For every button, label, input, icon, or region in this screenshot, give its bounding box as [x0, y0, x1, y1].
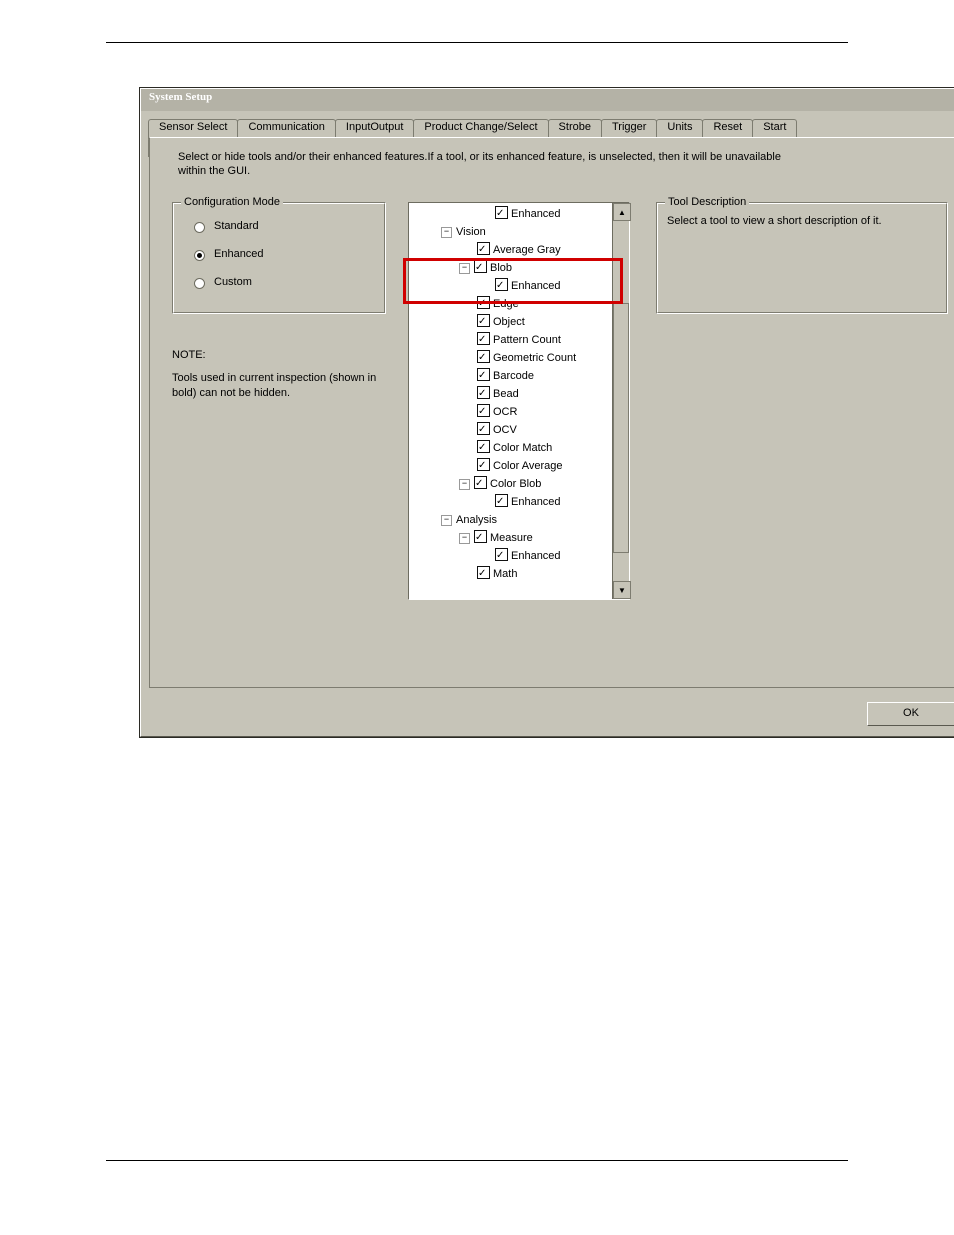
- tab-strobe[interactable]: Strobe: [548, 119, 602, 139]
- checkbox-icon[interactable]: [474, 260, 487, 273]
- collapse-icon[interactable]: −: [459, 533, 470, 544]
- tree-color-blob-enhanced[interactable]: Enhanced: [411, 493, 611, 511]
- tree-ocr[interactable]: OCR: [411, 403, 611, 421]
- tab-units[interactable]: Units: [656, 119, 703, 139]
- window-title: System Setup: [141, 89, 954, 111]
- ok-button[interactable]: OK: [867, 702, 954, 726]
- radio-custom-input[interactable]: [194, 278, 205, 289]
- tree-blob-enhanced[interactable]: Enhanced: [411, 277, 611, 295]
- collapse-icon[interactable]: −: [441, 515, 452, 526]
- tree-math[interactable]: Math: [411, 565, 611, 583]
- help-text: Select or hide tools and/or their enhanc…: [178, 150, 810, 178]
- tree-analysis[interactable]: −Analysis: [411, 511, 611, 529]
- tree-average-gray[interactable]: Average Gray: [411, 241, 611, 259]
- tab-client-area: Select or hide tools and/or their enhanc…: [149, 137, 954, 688]
- tree-ocv[interactable]: OCV: [411, 421, 611, 439]
- radio-custom[interactable]: Custom: [189, 275, 252, 289]
- checkbox-icon[interactable]: [474, 476, 487, 489]
- collapse-icon[interactable]: −: [459, 479, 470, 490]
- tab-sensor-select[interactable]: Sensor Select: [148, 119, 238, 139]
- tool-description-legend: Tool Description: [665, 196, 749, 208]
- tree-bead[interactable]: Bead: [411, 385, 611, 403]
- radio-standard-label: Standard: [214, 220, 259, 232]
- checkbox-icon[interactable]: [477, 404, 490, 417]
- tab-inputoutput[interactable]: InputOutput: [335, 119, 415, 139]
- page-rule-bottom: [106, 1160, 848, 1161]
- radio-custom-label: Custom: [214, 276, 252, 288]
- checkbox-icon[interactable]: [474, 530, 487, 543]
- checkbox-icon[interactable]: [477, 422, 490, 435]
- radio-standard[interactable]: Standard: [189, 219, 259, 233]
- tools-tree[interactable]: ▲ ▼ Enhanced −Vision Average Gray −Blob …: [408, 202, 630, 600]
- tree-color-average[interactable]: Color Average: [411, 457, 611, 475]
- checkbox-icon[interactable]: [477, 386, 490, 399]
- checkbox-icon[interactable]: [495, 278, 508, 291]
- tree-blob[interactable]: −Blob: [411, 259, 611, 277]
- checkbox-icon[interactable]: [477, 440, 490, 453]
- tree-enhanced-top[interactable]: Enhanced: [411, 205, 611, 223]
- checkbox-icon[interactable]: [477, 314, 490, 327]
- radio-enhanced[interactable]: Enhanced: [189, 247, 264, 261]
- configuration-mode-group: Configuration Mode Standard Enhanced Cus…: [172, 202, 386, 314]
- tree-edge[interactable]: Edge: [411, 295, 611, 313]
- tree-body: Enhanced −Vision Average Gray −Blob Enha…: [411, 205, 611, 597]
- tree-color-blob[interactable]: −Color Blob: [411, 475, 611, 493]
- collapse-icon[interactable]: −: [459, 263, 470, 274]
- checkbox-icon[interactable]: [477, 458, 490, 471]
- checkbox-icon[interactable]: [477, 350, 490, 363]
- scroll-up-icon[interactable]: ▲: [613, 203, 631, 221]
- tree-measure-enhanced[interactable]: Enhanced: [411, 547, 611, 565]
- configuration-mode-legend: Configuration Mode: [181, 196, 283, 208]
- tree-scrollbar[interactable]: ▲ ▼: [612, 203, 629, 599]
- tree-pattern-count[interactable]: Pattern Count: [411, 331, 611, 349]
- radio-enhanced-input[interactable]: [194, 250, 205, 261]
- note-block: NOTE: Tools used in current inspection (…: [172, 348, 400, 401]
- tab-communication[interactable]: Communication: [237, 119, 335, 139]
- checkbox-icon[interactable]: [477, 242, 490, 255]
- scroll-down-icon[interactable]: ▼: [613, 581, 631, 599]
- radio-standard-input[interactable]: [194, 222, 205, 233]
- checkbox-icon[interactable]: [495, 206, 508, 219]
- tab-reset[interactable]: Reset: [702, 119, 753, 139]
- checkbox-icon[interactable]: [477, 332, 490, 345]
- checkbox-icon[interactable]: [495, 548, 508, 561]
- tree-geometric-count[interactable]: Geometric Count: [411, 349, 611, 367]
- note-heading: NOTE:: [172, 348, 400, 363]
- tab-start[interactable]: Start: [752, 119, 797, 139]
- tool-description-group: Tool Description Select a tool to view a…: [656, 202, 948, 314]
- page-rule-top: [106, 42, 848, 43]
- tree-color-match[interactable]: Color Match: [411, 439, 611, 457]
- note-body: Tools used in current inspection (shown …: [172, 371, 400, 401]
- collapse-icon[interactable]: −: [441, 227, 452, 238]
- tool-description-body: Select a tool to view a short descriptio…: [667, 215, 937, 227]
- checkbox-icon[interactable]: [477, 566, 490, 579]
- scroll-thumb[interactable]: [613, 303, 629, 553]
- checkbox-icon[interactable]: [477, 296, 490, 309]
- tree-vision[interactable]: −Vision: [411, 223, 611, 241]
- tree-measure[interactable]: −Measure: [411, 529, 611, 547]
- tab-trigger[interactable]: Trigger: [601, 119, 657, 139]
- tree-barcode[interactable]: Barcode: [411, 367, 611, 385]
- checkbox-icon[interactable]: [495, 494, 508, 507]
- radio-enhanced-label: Enhanced: [214, 248, 264, 260]
- tab-product-change-select[interactable]: Product Change/Select: [413, 119, 548, 139]
- tree-object[interactable]: Object: [411, 313, 611, 331]
- checkbox-icon[interactable]: [477, 368, 490, 381]
- system-setup-window: System Setup Sensor Select Communication…: [140, 88, 954, 737]
